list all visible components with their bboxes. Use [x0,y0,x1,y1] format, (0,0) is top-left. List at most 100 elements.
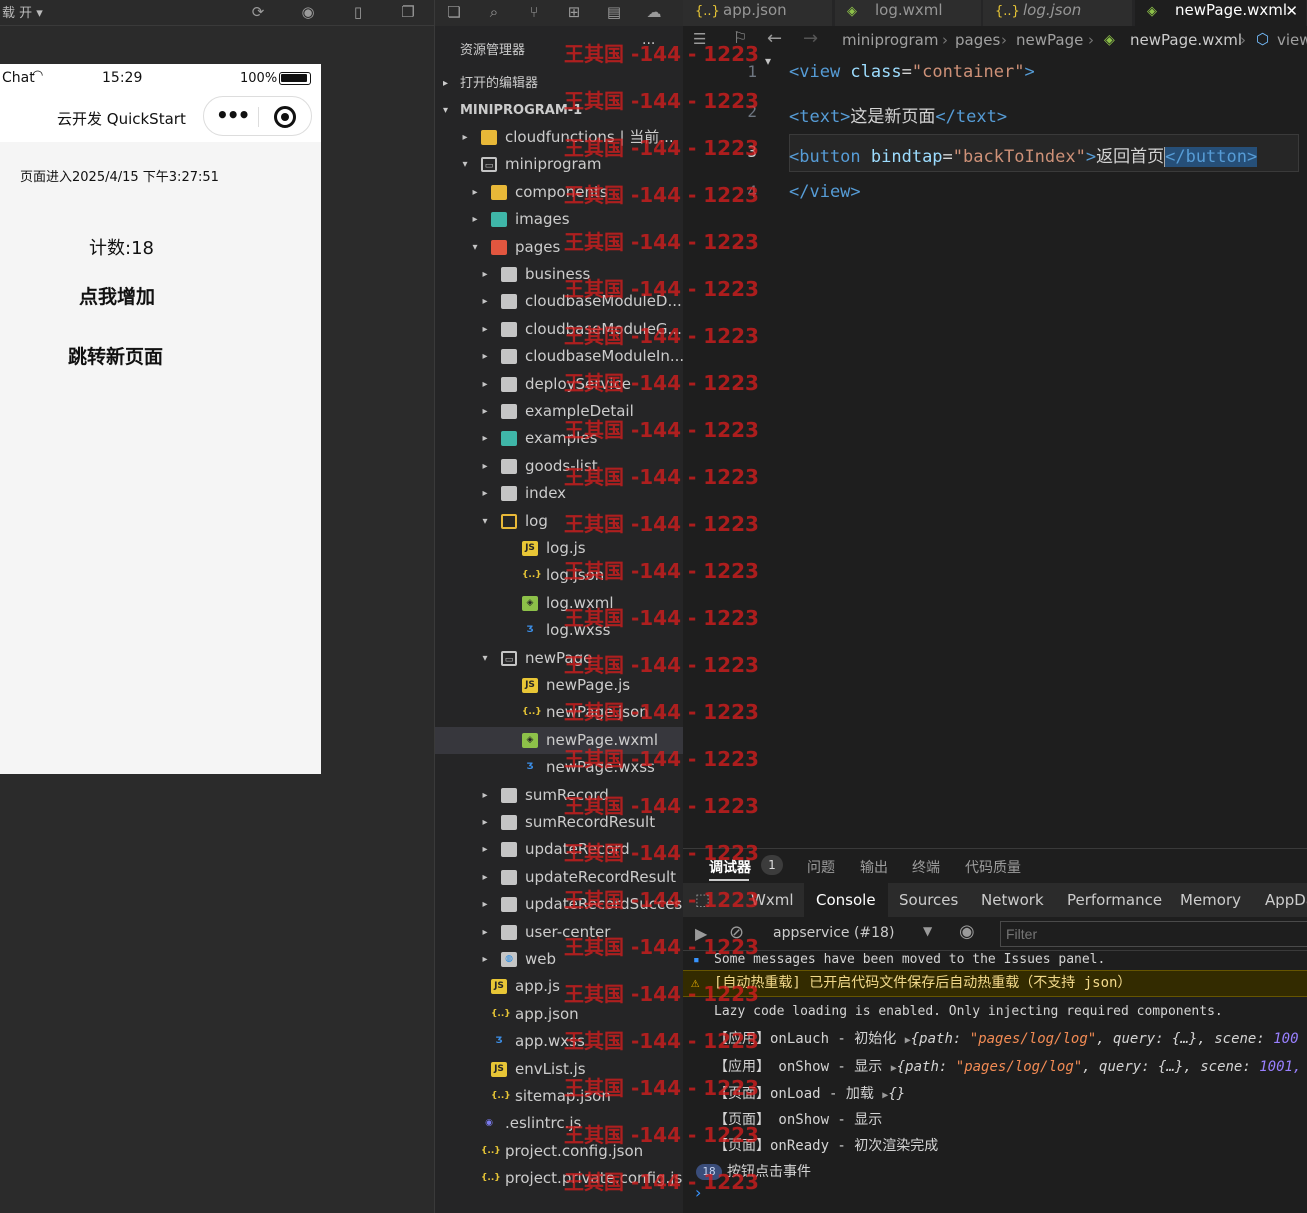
devtab-sources[interactable]: Sources [887,883,970,917]
folder-icon [501,349,517,365]
chevron-right-icon: ▸ [482,460,488,472]
phone-icon[interactable]: ▯ [349,3,367,21]
console-toolbar: ▶ ⊘ appservice (#18) ▼ ◉ [683,917,1307,951]
breadcrumb-item-file[interactable]: newPage.wxml [1130,31,1242,49]
tab-code-quality[interactable]: 代码质量 [965,857,1021,877]
more-dots-icon[interactable]: ••• [216,103,250,127]
wifi-icon: ◠ [32,68,44,83]
folder-icon [501,376,517,392]
back-arrow-icon[interactable]: ← [767,28,782,49]
json-file-icon: {..} [695,4,720,19]
forward-arrow-icon[interactable]: → [803,28,818,49]
chevron-right-icon: ▸ [472,186,478,198]
simulator-mode-dropdown[interactable]: 载 开 ▾ [2,2,43,21]
console-message: 【应用】onLauch - 初始化 ▶{path: "pages/log/log… [683,1025,1307,1053]
devtab-appdata[interactable]: AppDa [1253,883,1307,917]
folder-icon [491,239,507,255]
editor-tab-label: newPage.wxml [1175,1,1288,19]
search-icon[interactable]: ⌕ [485,3,503,21]
refresh-icon[interactable]: ⟳ [249,3,267,21]
increment-button[interactable]: 点我增加 [79,282,155,309]
tab-problems[interactable]: 问题 [807,857,835,877]
phone-status-bar: Chat ◠ 15:29 100% [0,64,321,94]
breadcrumb-item-newpage[interactable]: newPage [1016,31,1083,49]
json-file-icon: {..} [481,1173,501,1184]
console-message: ▪ Some messages have been moved to the I… [683,951,1307,969]
code-line-1[interactable]: <view class="container"> [789,62,1035,82]
code-token: <text> [789,107,851,127]
stop-icon[interactable]: ◉ [299,3,317,21]
devtools-tabs: ⬚ Wxml Console Sources Network Performan… [683,883,1307,917]
console-text: "pages/log/log" [955,1059,1083,1075]
watermark-text: 王其国 -144 - 1223 [564,559,759,583]
context-select[interactable]: appservice (#18) [773,925,894,941]
files-icon[interactable]: ❏ [445,3,463,21]
watermark-text: 王其国 -144 - 1223 [564,1170,759,1194]
wxml-file-icon: ◈ [1104,32,1115,48]
folder-icon [501,842,517,858]
navigate-new-page-button[interactable]: 跳转新页面 [68,342,163,369]
code-token: </button> [1164,147,1258,167]
close-miniprogram-icon[interactable] [274,106,296,128]
wxml-file-icon: ◈ [522,732,538,748]
console-text: {path: [896,1059,956,1075]
chevron-right-icon: ▸ [472,214,478,226]
code-token: </text> [935,107,1008,127]
tab-terminal[interactable]: 终端 [912,857,940,877]
watermark-text: 王其国 -144 - 1223 [564,982,759,1006]
chevron-right-icon: ▸ [443,78,449,89]
breadcrumb-item-miniprogram[interactable]: miniprogram [842,31,938,49]
devtab-network[interactable]: Network [969,883,1056,917]
editor-tab[interactable]: ◈ log.wxml [835,0,982,26]
devtab-console[interactable]: Console [804,883,888,917]
editor-tab[interactable]: {..} app.json [683,0,833,26]
chevron-right-icon: ▸ [482,296,488,308]
folder-icon [501,787,517,803]
devtab-memory[interactable]: Memory [1168,883,1253,917]
eye-icon[interactable]: ◉ [959,921,975,942]
devtab-performance[interactable]: Performance [1055,883,1174,917]
editor-tab[interactable]: {..} log.json [983,0,1133,26]
tab-output[interactable]: 输出 [860,857,888,877]
console-text: , query: {…}, scene: [1096,1031,1274,1047]
console-message: 【页面】onReady - 初次渲染完成 [683,1133,1307,1159]
code-line-2[interactable]: <text>这是新页面</text> [789,102,1007,127]
console-message: Lazy code loading is enabled. Only injec… [683,999,1307,1025]
window-icon[interactable]: ❐ [399,3,417,21]
debug-panel: 调试器 1 问题 输出 终端 代码质量 ⬚ Wxml Console Sourc… [683,848,1307,1213]
wxss-file-icon: Ʒ [526,625,534,636]
chevron-down-icon: ▾ [482,515,488,527]
layout-icon[interactable]: ▤ [605,3,623,21]
file-tree-label: index [525,484,567,503]
chevron-right-icon: ▸ [482,817,488,828]
extensions-icon[interactable]: ⊞ [565,3,583,21]
breadcrumb-item-pages[interactable]: pages [955,31,1000,49]
wxml-file-icon: ◈ [522,595,538,611]
code-token: bindtap [870,147,943,167]
chevron-right-icon: ▸ [482,954,488,965]
watermark-text: 王其国 -144 - 1223 [564,1123,759,1147]
folder-icon [501,815,517,830]
count-text: 计数:18 [89,238,154,259]
fold-chevron-icon[interactable]: ▾ [765,54,771,68]
code-token: <button [789,147,871,167]
source-control-icon[interactable]: ⑂ [525,3,543,21]
file-tree-label: web [525,950,557,968]
console-text: Some messages have been moved to the Iss… [714,952,1106,967]
js-file-icon: JS [522,541,538,556]
js-file-icon: JS [491,979,507,995]
code-line-3[interactable]: <button bindtap="backToIndex">返回首页</butt… [789,142,1258,167]
chevron-right-icon: ▸ [482,899,488,911]
console-filter-input[interactable] [1000,921,1307,947]
cloud-icon[interactable]: ☁ [645,3,663,21]
folder-icon [501,294,517,310]
breadcrumb-item-view[interactable]: view [1277,31,1307,49]
close-icon[interactable]: ✕ [1285,1,1298,21]
folder-icon [501,404,517,419]
wxml-file-icon: ◈ [847,4,857,19]
watermark-text: 王其国 -144 - 1223 [564,700,759,724]
code-line-4[interactable]: </view> [789,182,861,202]
code-token: "container" [911,62,1025,82]
editor-tab[interactable]: ◈ newPage.wxml ✕ [1135,0,1307,26]
file-tree-label: images [515,210,570,229]
